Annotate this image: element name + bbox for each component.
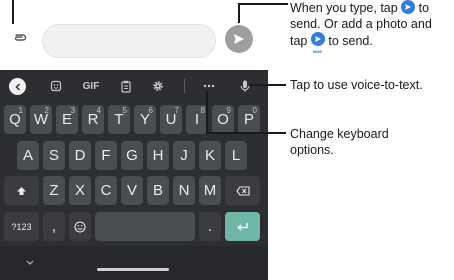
message-input[interactable] (42, 24, 216, 58)
key-y[interactable]: Y6 (134, 105, 156, 134)
sticker-icon (50, 80, 62, 92)
key-p[interactable]: P0 (238, 105, 260, 134)
key-n[interactable]: N (173, 176, 195, 205)
enter-icon (237, 222, 248, 231)
key-s[interactable]: S (43, 141, 65, 170)
voice-leader-line (250, 84, 286, 86)
options-leader-horizontal (206, 132, 286, 134)
key-u[interactable]: U7 (160, 105, 182, 134)
more-horizontal-icon (203, 84, 215, 88)
key-o[interactable]: O9 (212, 105, 234, 134)
paperclip-icon (14, 34, 27, 41)
send-button[interactable] (225, 25, 253, 53)
comma-key[interactable]: , (43, 212, 65, 241)
more-options-button[interactable] (200, 75, 218, 97)
options-leader-vertical (206, 91, 208, 133)
settings-button[interactable] (149, 75, 167, 97)
shift-key[interactable] (4, 176, 39, 205)
key-k[interactable]: K (199, 141, 221, 170)
key-d[interactable]: D (69, 141, 91, 170)
send-mms-inline-icon: MMS (310, 32, 325, 54)
attach-leader-line (12, 0, 14, 24)
attach-button[interactable] (11, 29, 29, 47)
key-b[interactable]: B (147, 176, 169, 205)
emoji-key[interactable] (69, 212, 91, 241)
key-v[interactable]: V (121, 176, 143, 205)
key-q[interactable]: Q1 (4, 105, 26, 134)
microphone-icon (240, 80, 250, 92)
chevron-down-icon (26, 260, 34, 265)
gear-icon (153, 81, 163, 91)
key-c[interactable]: C (95, 176, 117, 205)
hide-keyboard-button[interactable] (24, 256, 36, 268)
clipboard-icon (121, 80, 131, 93)
phone-screen: GIF Q 1 W 2 E 3 R 4 T 5 Y 6 U 7 I 8 O 9 … (0, 0, 268, 280)
backspace-icon (235, 185, 250, 196)
options-callout: Change keyboard options. (290, 127, 389, 157)
space-key[interactable] (95, 212, 195, 241)
voice-callout: Tap to use voice-to-text. (290, 78, 423, 92)
home-indicator[interactable] (97, 268, 169, 271)
emoji-icon (74, 220, 86, 233)
send-leader-vertical (238, 3, 240, 23)
voice-input-button[interactable] (236, 75, 254, 97)
backspace-key[interactable] (225, 176, 260, 205)
keyboard-toolbar: GIF (0, 70, 268, 101)
key-a[interactable]: A (17, 141, 39, 170)
key-m[interactable]: M (199, 176, 221, 205)
navigation-bar (0, 246, 268, 280)
period-key[interactable]: . (199, 212, 221, 241)
symbols-key[interactable]: ?123 (4, 212, 39, 241)
send-leader-horizontal (238, 3, 288, 5)
collapse-toolbar-button[interactable] (9, 78, 26, 95)
key-f[interactable]: F (95, 141, 117, 170)
key-t[interactable]: T5 (108, 105, 130, 134)
key-g[interactable]: G (121, 141, 143, 170)
key-j[interactable]: J (173, 141, 195, 170)
key-r[interactable]: R4 (82, 105, 104, 134)
key-x[interactable]: X (69, 176, 91, 205)
send-inline-icon (401, 0, 416, 14)
key-w[interactable]: W2 (30, 105, 52, 134)
enter-key[interactable] (225, 212, 260, 241)
send-icon (234, 34, 244, 44)
key-h[interactable]: H (147, 141, 169, 170)
gif-button[interactable]: GIF (80, 75, 102, 97)
chevron-left-icon (14, 82, 20, 91)
shift-icon (17, 186, 26, 195)
send-callout: When you type, tap to send. Or add a pho… (290, 0, 432, 54)
toolbar-divider (184, 79, 185, 93)
key-z[interactable]: Z (43, 176, 65, 205)
key-l[interactable]: L (225, 141, 247, 170)
key-e[interactable]: E3 (56, 105, 78, 134)
key-i[interactable]: I8 (186, 105, 208, 134)
clipboard-button[interactable] (117, 75, 135, 97)
sticker-button[interactable] (47, 75, 65, 97)
